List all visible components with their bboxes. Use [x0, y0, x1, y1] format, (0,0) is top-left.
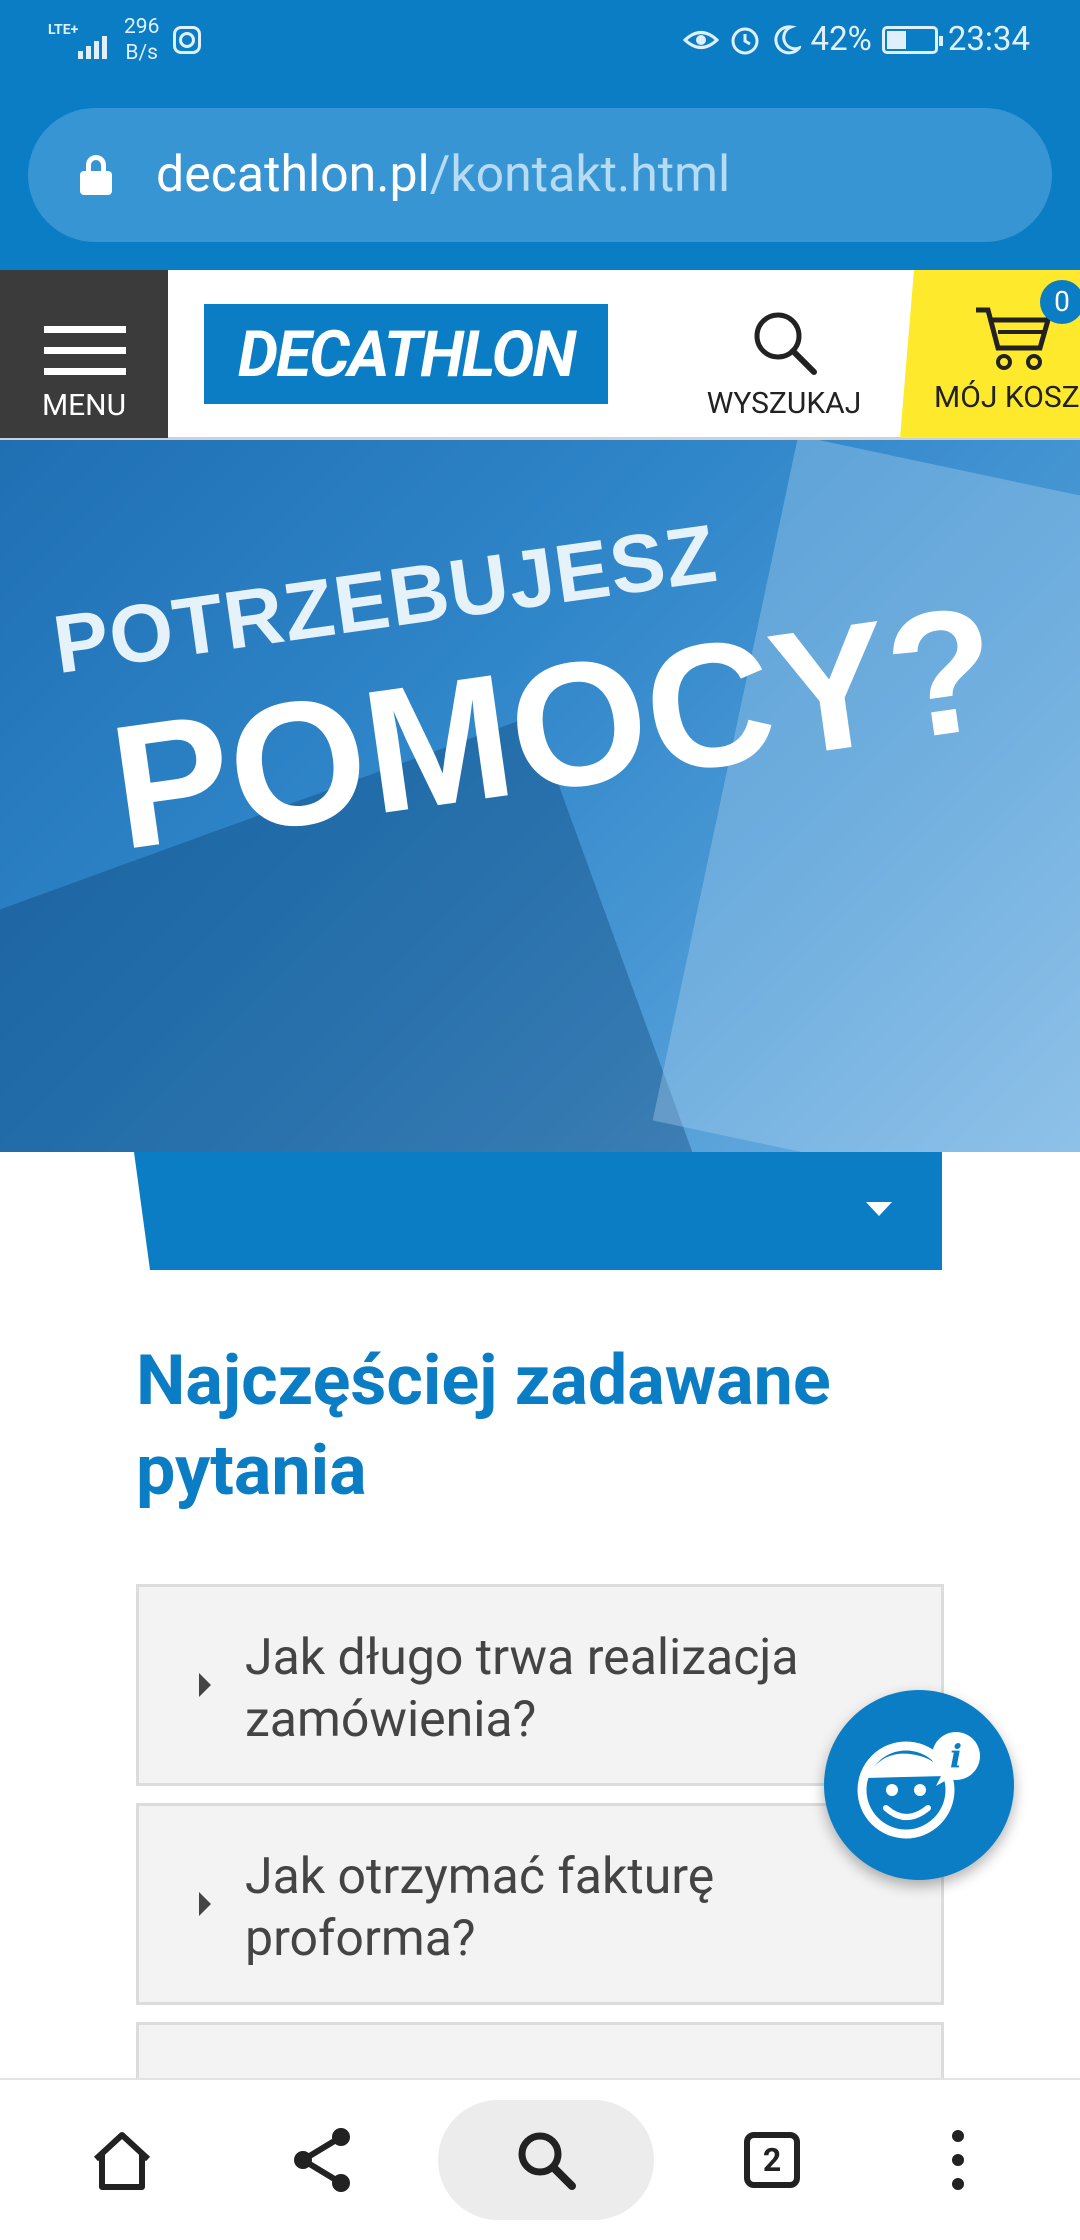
lock-icon[interactable]: [80, 155, 112, 195]
net-speed: 296 B/s: [124, 15, 160, 65]
search-button[interactable]: WYSZUKAJ: [700, 300, 868, 430]
tabs-icon: 2: [744, 2132, 800, 2188]
browser-toolbar: decathlon.pl/kontakt.html: [0, 82, 1080, 270]
more-icon: [952, 2130, 964, 2190]
share-button[interactable]: [262, 2100, 382, 2220]
search-label: WYSZUKAJ: [706, 386, 862, 421]
network-type: LTE+: [48, 22, 79, 38]
battery-icon: [881, 25, 943, 54]
address-bar[interactable]: decathlon.pl/kontakt.html: [28, 108, 1052, 242]
search-icon: [518, 2132, 576, 2190]
battery-percent: 42%: [810, 20, 872, 59]
svg-text:i: i: [950, 1737, 962, 1775]
status-bar: LTE+ 296 B/s 42% 23:34: [0, 0, 1080, 82]
cart-label: MÓJ KOSZYK: [934, 380, 1080, 415]
search-button-icon-wrap[interactable]: [486, 2100, 606, 2220]
caret-right-icon: [199, 1892, 211, 1916]
tabs-button[interactable]: 2: [712, 2100, 832, 2220]
instagram-icon: [173, 26, 202, 54]
faq-question: Jak otrzymać fakturę proforma?: [245, 1848, 715, 1968]
home-button[interactable]: [62, 2100, 182, 2220]
faq-heading: Najczęściej zadawane pytania: [136, 1340, 831, 1512]
chat-assistant-button[interactable]: i: [824, 1690, 1014, 1880]
site-header: MENU DECATHLON WYSZUKAJ MÓJ KOSZYK: [0, 270, 1080, 440]
clock: 23:34: [947, 20, 1030, 59]
section-dropdown[interactable]: [134, 1152, 942, 1270]
alarm-icon: [731, 27, 759, 54]
eye-icon: [682, 30, 719, 49]
caret-right-icon: [199, 1673, 211, 1697]
moon-icon: [773, 24, 801, 54]
share-icon: [294, 2128, 350, 2192]
caret-down-icon: [866, 1202, 892, 1216]
faq-item[interactable]: Jak długo trwa realizacja zamówienia?: [136, 1584, 944, 1786]
browser-bottom-bar: 2: [0, 2078, 1080, 2240]
menu-label: MENU: [41, 388, 127, 423]
chatbot-face-icon: i: [857, 1732, 980, 1839]
decathlon-logo[interactable]: DECATHLON: [204, 304, 608, 404]
url-text[interactable]: decathlon.pl/kontakt.html: [156, 146, 730, 204]
home-icon: [93, 2132, 151, 2190]
signal-icon: LTE+: [48, 16, 110, 64]
hero-banner: POTRZEBUJESZ POMOCY?: [0, 440, 1080, 1152]
menu-button[interactable]: MENU: [0, 270, 168, 438]
cart-count-badge: 0: [1040, 280, 1080, 324]
hamburger-icon: [44, 326, 126, 389]
more-button[interactable]: [898, 2100, 1018, 2220]
faq-item[interactable]: Jak otrzymać fakturę proforma?: [136, 1803, 944, 2005]
search-icon: [754, 312, 817, 375]
faq-question: Jak długo trwa realizacja zamówienia?: [245, 1629, 799, 1749]
